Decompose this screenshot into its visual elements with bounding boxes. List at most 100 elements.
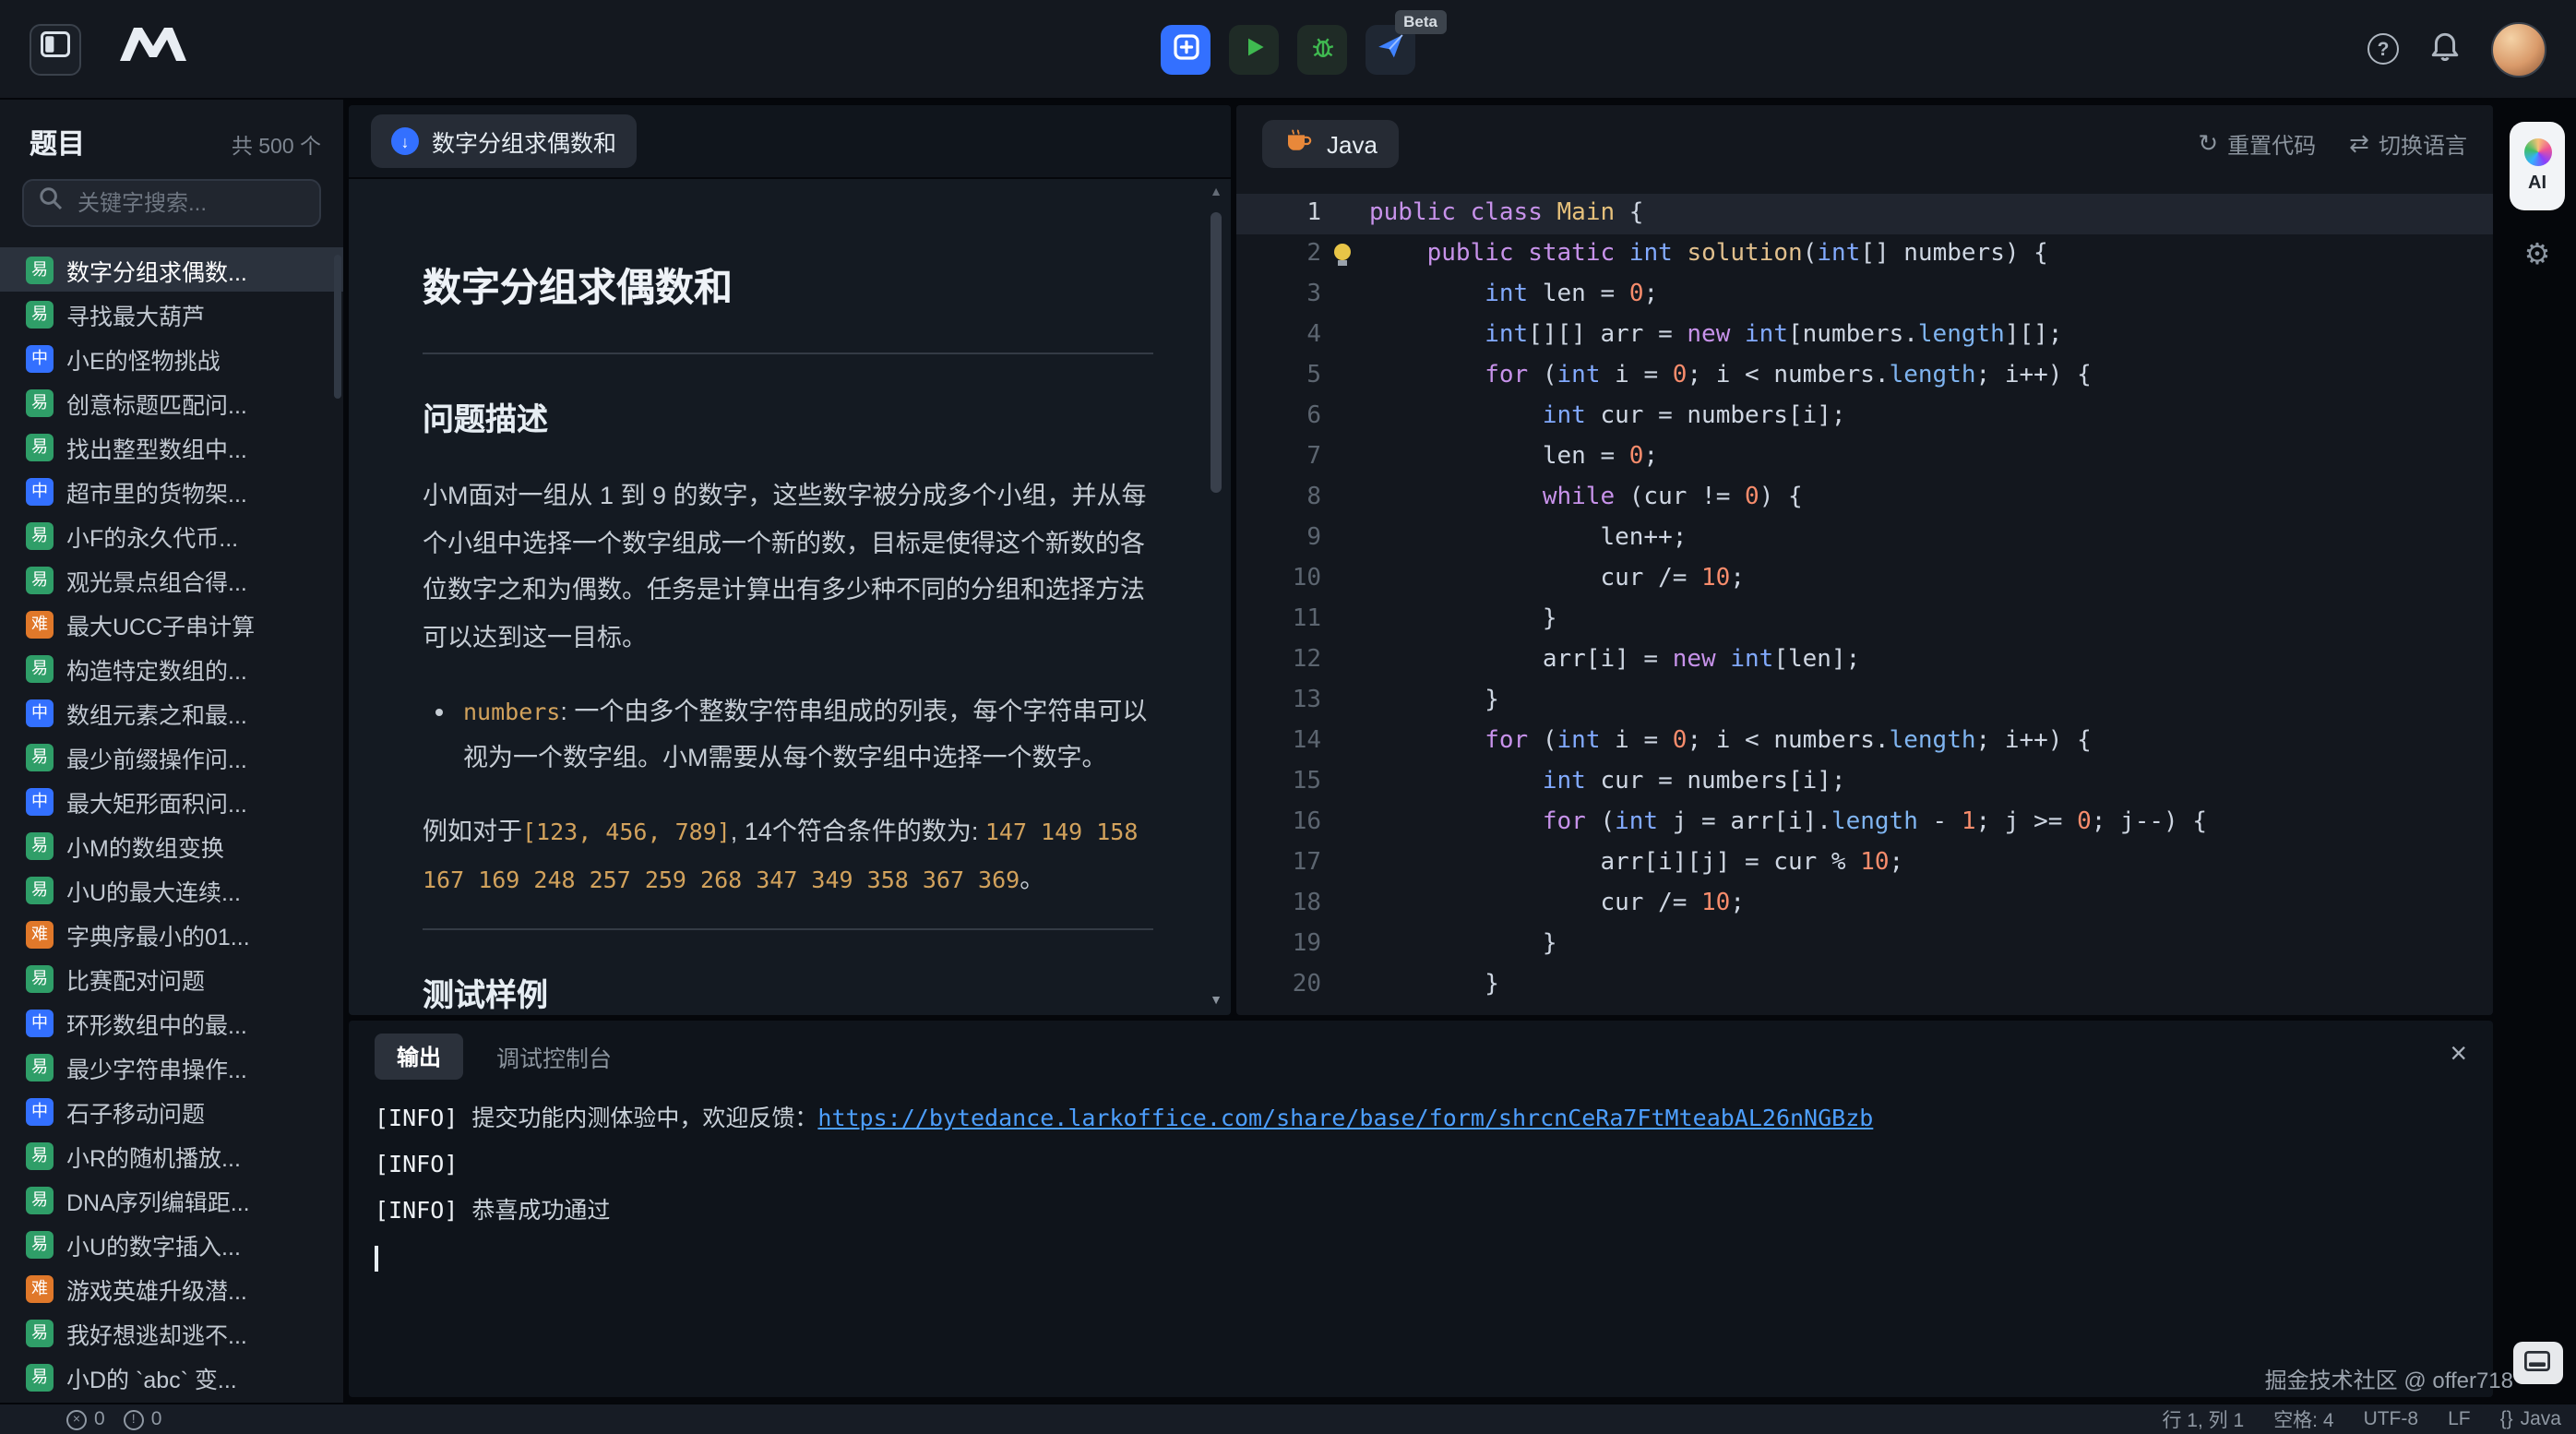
problem-list-item[interactable]: 中超市里的货物架... (0, 469, 343, 513)
tab-output[interactable]: 输出 (375, 1033, 463, 1079)
code-line[interactable]: 3 int len = 0; (1236, 275, 2493, 316)
problems-status[interactable]: ×0 !0 (0, 1408, 161, 1430)
code-line[interactable]: 11 } (1236, 600, 2493, 640)
problem-list-item[interactable]: 易DNA序列编辑距... (0, 1177, 343, 1222)
run-button[interactable] (1229, 24, 1279, 74)
warnings-counter[interactable]: !0 (124, 1408, 162, 1430)
cursor-position[interactable]: 行 1, 列 1 (2162, 1405, 2244, 1433)
sidebar-toggle-button[interactable] (30, 23, 81, 75)
notifications-bell-icon[interactable] (2430, 29, 2460, 69)
problem-list-item[interactable]: 易观光景点组合得... (0, 557, 343, 602)
eol-setting[interactable]: LF (2448, 1408, 2471, 1430)
line-number: 6 (1236, 397, 1321, 437)
gutter-slot (1321, 681, 1369, 722)
indentation-setting[interactable]: 空格: 4 (2273, 1405, 2333, 1433)
code-line[interactable]: 20 } (1236, 965, 2493, 1006)
scroll-up-icon[interactable]: ▲ (1205, 186, 1227, 199)
language-mode[interactable]: {}Java (2500, 1408, 2561, 1430)
code-line[interactable]: 10 cur /= 10; (1236, 559, 2493, 600)
errors-counter[interactable]: ×0 (66, 1408, 105, 1430)
difficulty-badge-medium: 中 (26, 699, 54, 726)
close-console-icon[interactable]: × (2450, 1041, 2467, 1070)
code-line[interactable]: 5 for (int i = 0; i < numbers.length; i+… (1236, 356, 2493, 397)
code-line[interactable]: 4 int[][] arr = new int[numbers.length][… (1236, 316, 2493, 356)
code-line[interactable]: 18 cur /= 10; (1236, 884, 2493, 925)
problem-list-item[interactable]: 易最少前缀操作问... (0, 735, 343, 779)
gutter-slot (1321, 234, 1369, 275)
code-line[interactable]: 19 } (1236, 925, 2493, 965)
code-line[interactable]: 9 len++; (1236, 519, 2493, 559)
problem-list-item[interactable]: 易小U的数字插入... (0, 1222, 343, 1266)
feedback-link[interactable]: https://bytedance.larkoffice.com/share/b… (817, 1104, 1873, 1131)
code-line[interactable]: 2 public static int solution(int[] numbe… (1236, 234, 2493, 275)
problem-list-item[interactable]: 易最少字符串操作... (0, 1045, 343, 1089)
problem-list-item[interactable]: 易比赛配对问题 (0, 956, 343, 1000)
user-avatar[interactable] (2491, 21, 2546, 77)
encoding-setting[interactable]: UTF-8 (2364, 1408, 2419, 1430)
code-line[interactable]: 14 for (int i = 0; i < numbers.length; i… (1236, 722, 2493, 762)
bottom-panel-toggle-button[interactable] (2512, 1342, 2562, 1384)
problem-list-item[interactable]: 中环形数组中的最... (0, 1000, 343, 1045)
code-line[interactable]: 17 arr[i][j] = cur % 10; (1236, 843, 2493, 884)
example-suffix: 。 (1020, 865, 1044, 892)
problem-list-item[interactable]: 易寻找最大葫芦 (0, 292, 343, 336)
tab-debug-console[interactable]: 调试控制台 (496, 1038, 612, 1073)
logo[interactable] (118, 26, 188, 72)
example-prefix: 例如对于 (423, 818, 522, 845)
code-line[interactable]: 15 int cur = numbers[i]; (1236, 762, 2493, 803)
problem-list-item[interactable]: 易我好想逃却逃不... (0, 1310, 343, 1355)
problem-list-item[interactable]: 易构造特定数组的... (0, 646, 343, 690)
problem-list-item[interactable]: 中数组元素之和最... (0, 690, 343, 735)
problem-title: 小U的数字插入... (66, 1226, 241, 1261)
problem-tab[interactable]: ↓ 数字分组求偶数和 (371, 114, 637, 168)
search-box[interactable] (22, 179, 321, 227)
code-line[interactable]: 13 } (1236, 681, 2493, 722)
sidebar-scrollbar-thumb[interactable] (334, 255, 341, 399)
console-caret-line (375, 1233, 2467, 1279)
problem-title: 最大UCC子串计算 (66, 606, 255, 641)
problem-list: 易数字分组求偶数...易寻找最大葫芦中小E的怪物挑战易创意标题匹配问...易找出… (0, 244, 343, 1403)
code-line[interactable]: 7 len = 0; (1236, 437, 2493, 478)
problem-list-item[interactable]: 中小E的怪物挑战 (0, 336, 343, 380)
code-line[interactable]: 16 for (int j = arr[i].length - 1; j >= … (1236, 803, 2493, 843)
code-text: len = 0; (1369, 437, 2493, 478)
problem-list-item[interactable]: 易数字分组求偶数... (0, 247, 343, 292)
problem-list-item[interactable]: 易小M的数组变换 (0, 823, 343, 867)
code-line[interactable]: 12 arr[i] = new int[len]; (1236, 640, 2493, 681)
submit-button[interactable]: Beta (1366, 24, 1415, 74)
lightbulb-icon[interactable] (1334, 244, 1351, 260)
problem-list-item[interactable]: 中石子移动问题 (0, 1089, 343, 1133)
difficulty-badge-easy: 易 (26, 743, 54, 771)
code-line[interactable]: 1public class Main { (1236, 194, 2493, 234)
switch-language-button[interactable]: ⇄切换语言 (2349, 128, 2467, 160)
problem-title: 最少字符串操作... (66, 1049, 247, 1084)
problem-scrollbar[interactable]: ▲ ▼ (1205, 186, 1227, 1008)
problem-list-item[interactable]: 易小U的最大连续... (0, 867, 343, 912)
ai-assistant-button[interactable]: AI (2510, 122, 2565, 210)
debug-button[interactable] (1297, 24, 1347, 74)
right-tool-strip: AI ⚙ (2498, 100, 2576, 1403)
scroll-down-icon[interactable]: ▼ (1205, 995, 1227, 1008)
settings-gear-icon[interactable]: ⚙ (2524, 240, 2551, 269)
problem-list-item[interactable]: 难最大UCC子串计算 (0, 602, 343, 646)
problem-list-item[interactable]: 易创意标题匹配问... (0, 380, 343, 424)
reset-code-button[interactable]: ↻重置代码 (2198, 128, 2316, 160)
problem-title: 我好想逃却逃不... (66, 1315, 247, 1350)
problem-list-item[interactable]: 易小F的永久代币... (0, 513, 343, 557)
problem-list-item[interactable]: 中最大矩形面积问... (0, 779, 343, 823)
code-area[interactable]: 1public class Main {2 public static int … (1236, 183, 2493, 1015)
code-line[interactable]: 8 while (cur != 0) { (1236, 478, 2493, 519)
language-chip[interactable]: Java (1262, 120, 1400, 168)
problem-list-item[interactable]: 易找出整型数组中... (0, 424, 343, 469)
help-icon[interactable]: ? (2367, 33, 2399, 65)
code-text: public class Main { (1369, 194, 2493, 234)
problem-list-item[interactable]: 难字典序最小的01... (0, 912, 343, 956)
scrollbar-thumb[interactable] (1210, 212, 1222, 493)
problem-list-item[interactable]: 难游戏英雄升级潜... (0, 1266, 343, 1310)
search-input[interactable] (74, 188, 304, 218)
add-button[interactable] (1161, 24, 1210, 74)
problem-list-item[interactable]: 易小D的 `abc` 变... (0, 1355, 343, 1399)
line-number: 9 (1236, 519, 1321, 559)
problem-list-item[interactable]: 易小R的随机播放... (0, 1133, 343, 1177)
code-line[interactable]: 6 int cur = numbers[i]; (1236, 397, 2493, 437)
